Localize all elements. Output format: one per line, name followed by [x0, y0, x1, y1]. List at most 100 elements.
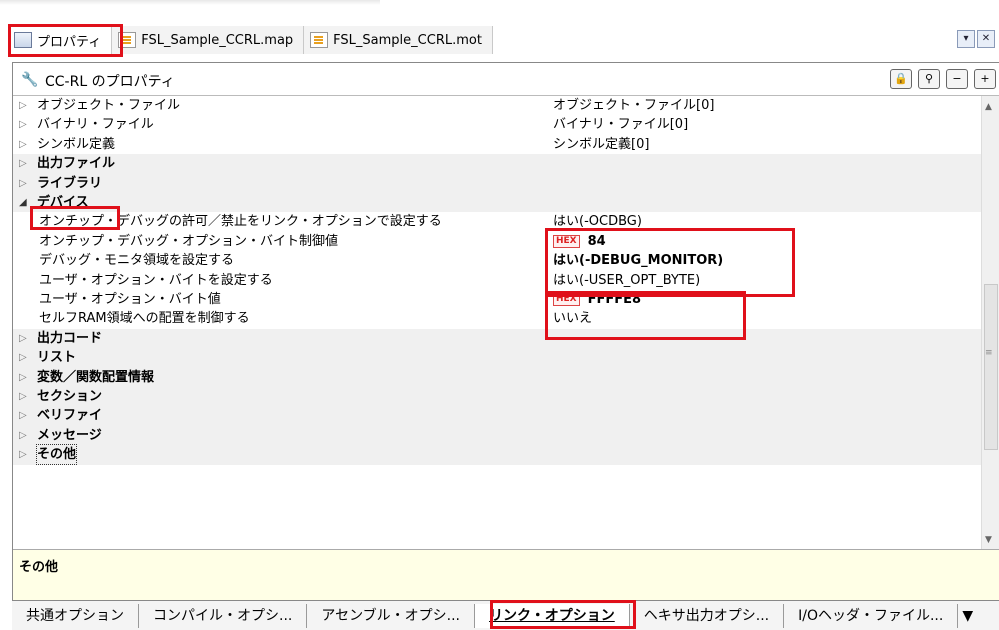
category-list[interactable]: ▷ リスト	[13, 348, 983, 368]
category-name: その他	[35, 444, 78, 466]
tab-assemble-options[interactable]: アセンブル・オプシ...	[307, 603, 476, 628]
expand-arrow-icon[interactable]: ▷	[19, 154, 29, 173]
property-row[interactable]: ユーザ・オプション・バイト値 HEX FFFFE8	[13, 290, 983, 309]
property-value[interactable]: はい(-DEBUG_MONITOR)	[553, 251, 723, 270]
category-verify[interactable]: ▷ ベリファイ	[13, 406, 983, 426]
text-file-icon	[310, 32, 329, 48]
property-value[interactable]: シンボル定義[0]	[553, 135, 649, 154]
property-row[interactable]: セルフRAM領域への配置を制御する いいえ	[13, 309, 983, 328]
category-section[interactable]: ▷ セクション	[13, 387, 983, 407]
tab-strip-header	[0, 0, 380, 5]
category-device[interactable]: ◢ デバイス	[13, 193, 983, 213]
expand-arrow-icon[interactable]: ▷	[19, 348, 29, 367]
search-icon[interactable]: ⚲	[918, 69, 940, 89]
scroll-thumb[interactable]	[984, 284, 998, 450]
hex-badge-icon: HEX	[553, 293, 580, 306]
value-text: 84	[587, 233, 606, 249]
expand-arrow-icon[interactable]: ▷	[19, 174, 29, 193]
panel-title: CC-RL のプロパティ	[45, 74, 175, 90]
expand-arrow-icon[interactable]: ▷	[19, 96, 29, 115]
category-name: メッセージ	[37, 427, 102, 443]
property-name: オブジェクト・ファイル	[37, 98, 181, 113]
expand-arrow-icon[interactable]: ▷	[19, 387, 29, 406]
property-name: オンチップ・デバッグの許可／禁止をリンク・オプションで設定する	[39, 214, 442, 230]
category-name: リスト	[37, 350, 77, 366]
category-name: ベリファイ	[37, 408, 103, 424]
description-title: その他	[19, 560, 59, 575]
property-grid: ▷ オブジェクト・ファイル オブジェクト・ファイル[0] ▷ バイナリ・ファイル…	[13, 96, 983, 549]
window-buttons: ▾ ✕	[957, 30, 995, 48]
scroll-grip-icon: ≡	[985, 348, 993, 358]
property-name: デバッグ・モニタ領域を設定する	[39, 253, 235, 269]
category-name: セクション	[37, 389, 103, 404]
tab-properties[interactable]: プロパティ	[8, 26, 113, 54]
expand-arrow-icon[interactable]: ▷	[19, 329, 29, 348]
expand-icon[interactable]: +	[974, 69, 996, 89]
document-tab-strip: プロパティ FSL_Sample_CCRL.map FSL_Sample_CCR…	[0, 0, 999, 62]
category-name: 出力ファイル	[37, 156, 116, 172]
tabs-overflow-icon[interactable]: ▼	[958, 604, 977, 628]
property-name: ユーザ・オプション・バイト値	[39, 292, 221, 307]
property-row[interactable]: オンチップ・デバッグ・オプション・バイト制御値 HEX 84	[13, 232, 983, 251]
panel-toolbar: 🔒 ⚲ − +	[890, 69, 996, 89]
property-row[interactable]: ▷ シンボル定義 シンボル定義[0]	[13, 135, 983, 154]
hex-badge-icon: HEX	[553, 234, 580, 248]
property-row[interactable]: ユーザ・オプション・バイトを設定する はい(-USER_OPT_BYTE)	[13, 271, 983, 290]
scroll-down-icon[interactable]: ▼	[985, 535, 992, 545]
property-row[interactable]: オンチップ・デバッグの許可／禁止をリンク・オプションで設定する はい(-OCDB…	[13, 212, 983, 231]
expand-arrow-icon[interactable]: ▷	[19, 368, 29, 387]
category-name: デバイス	[37, 195, 89, 210]
scroll-up-icon[interactable]: ▲	[985, 102, 992, 112]
tab-io-header-file[interactable]: I/Oヘッダ・ファイル...	[784, 603, 959, 628]
panel-title-bar: 🔧 CC-RL のプロパティ 🔒 ⚲ − +	[13, 63, 999, 96]
properties-panel: 🔧 CC-RL のプロパティ 🔒 ⚲ − + ▷ オブジェクト・ファイル オブジ…	[12, 62, 999, 630]
property-value[interactable]: いいえ	[553, 309, 592, 328]
property-name: セルフRAM領域への配置を制御する	[39, 311, 250, 327]
tab-label: FSL_Sample_CCRL.map	[141, 32, 294, 48]
lock-icon[interactable]: 🔒	[890, 69, 912, 89]
tab-compile-options[interactable]: コンパイル・オプシ...	[139, 603, 308, 628]
tab-hex-output-options[interactable]: ヘキサ出力オプシ...	[630, 603, 785, 628]
property-value[interactable]: HEX FFFFE8	[553, 290, 641, 309]
collapse-arrow-icon[interactable]: ◢	[19, 193, 29, 212]
property-value[interactable]: オブジェクト・ファイル[0]	[553, 96, 714, 115]
properties-icon	[14, 32, 32, 48]
category-output-code[interactable]: ▷ 出力コード	[13, 328, 983, 349]
option-tabs: 共通オプション コンパイル・オプシ... アセンブル・オプシ... リンク・オプ…	[12, 600, 999, 630]
close-button[interactable]: ✕	[977, 30, 995, 48]
property-row[interactable]: デバッグ・モニタ領域を設定する はい(-DEBUG_MONITOR)	[13, 251, 983, 270]
category-name: ライブラリ	[37, 175, 103, 191]
expand-arrow-icon[interactable]: ▷	[19, 445, 29, 464]
text-file-icon	[118, 32, 137, 48]
vertical-scrollbar[interactable]: ▲ ≡ ▼	[981, 96, 999, 549]
expand-arrow-icon[interactable]: ▷	[19, 135, 29, 154]
category-name: 出力コード	[37, 330, 103, 346]
category-output-file[interactable]: ▷ 出力ファイル	[13, 154, 983, 174]
property-value[interactable]: はい(-USER_OPT_BYTE)	[553, 271, 700, 290]
category-name: 変数／関数配置情報	[37, 369, 155, 385]
property-name: オンチップ・デバッグ・オプション・バイト制御値	[39, 233, 339, 249]
property-value[interactable]: バイナリ・ファイル[0]	[553, 115, 688, 134]
expand-arrow-icon[interactable]: ▷	[19, 115, 29, 134]
tab-label: プロパティ	[37, 34, 102, 50]
value-text: FFFFE8	[587, 292, 642, 307]
tab-map-file[interactable]: FSL_Sample_CCRL.map	[112, 26, 305, 54]
property-value[interactable]: HEX 84	[553, 232, 606, 251]
tab-mot-file[interactable]: FSL_Sample_CCRL.mot	[304, 26, 493, 54]
category-variable-placement[interactable]: ▷ 変数／関数配置情報	[13, 367, 983, 387]
category-library[interactable]: ▷ ライブラリ	[13, 173, 983, 193]
expand-arrow-icon[interactable]: ▷	[19, 426, 29, 445]
category-message[interactable]: ▷ メッセージ	[13, 425, 983, 446]
property-value[interactable]: はい(-OCDBG)	[553, 212, 642, 231]
collapse-icon[interactable]: −	[946, 69, 968, 89]
dropdown-button[interactable]: ▾	[957, 30, 975, 48]
expand-arrow-icon[interactable]: ▷	[19, 406, 29, 425]
property-name: シンボル定義	[37, 136, 116, 152]
tab-common-options[interactable]: 共通オプション	[12, 603, 139, 628]
tab-label: FSL_Sample_CCRL.mot	[333, 32, 482, 48]
property-row[interactable]: ▷ バイナリ・ファイル バイナリ・ファイル[0]	[13, 115, 983, 134]
tab-link-options[interactable]: リンク・オプション	[475, 603, 630, 628]
category-other[interactable]: ▷ その他	[13, 444, 983, 466]
property-row[interactable]: ▷ オブジェクト・ファイル オブジェクト・ファイル[0]	[13, 96, 983, 115]
property-name: バイナリ・ファイル	[37, 117, 154, 133]
